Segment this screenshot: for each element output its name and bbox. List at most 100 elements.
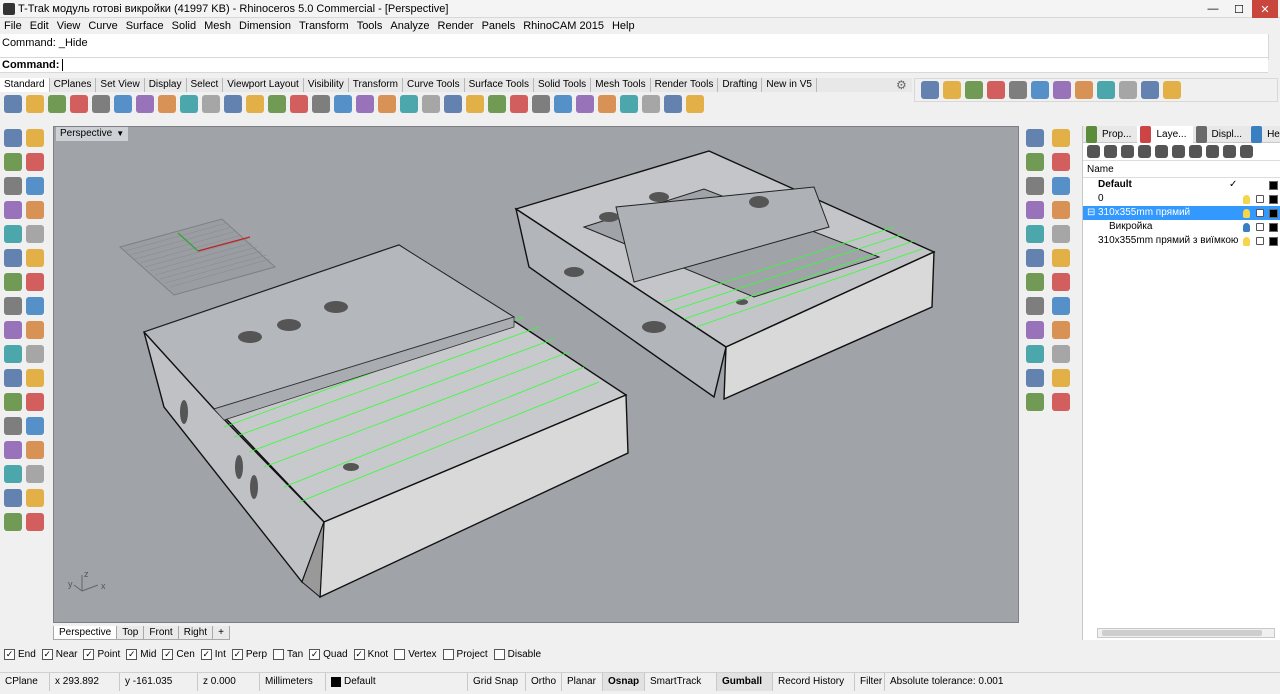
layer-row[interactable]: 310x355mm прямий з виїмкою	[1083, 234, 1280, 248]
toolbar-options-gear-icon[interactable]: ⚙	[896, 78, 907, 92]
menu-file[interactable]: File	[0, 20, 26, 32]
curve-icon[interactable]	[4, 225, 22, 243]
box-icon[interactable]	[1009, 81, 1027, 99]
move-to-parent-icon[interactable]	[1172, 145, 1185, 158]
rhino-app-icon[interactable]	[3, 3, 15, 15]
unroll-icon[interactable]	[1026, 321, 1044, 339]
array-icon[interactable]	[26, 441, 44, 459]
edit-points-icon[interactable]	[965, 81, 983, 99]
properties-icon[interactable]	[1026, 129, 1044, 147]
close-button[interactable]: ✕	[1252, 0, 1278, 18]
command-history-scrollbar[interactable]	[1268, 34, 1280, 60]
planar-toggle[interactable]: Planar	[562, 672, 603, 691]
menu-curve[interactable]: Curve	[84, 20, 121, 32]
toolbar-tab-drafting[interactable]: Drafting	[718, 78, 763, 92]
osnap-checkbox[interactable]	[442, 648, 454, 660]
network-icon[interactable]	[1052, 225, 1070, 243]
viewport-tab-front[interactable]: Front	[143, 626, 179, 640]
gumball-icon[interactable]	[1053, 81, 1071, 99]
camera-icon[interactable]	[1052, 393, 1070, 411]
layer-lock-icon[interactable]	[1256, 237, 1264, 245]
arc-icon[interactable]	[4, 201, 22, 219]
osnap-knot[interactable]: ✓ Knot	[353, 648, 388, 660]
shaded-sphere-icon[interactable]	[554, 95, 572, 113]
polygon-icon[interactable]	[26, 201, 44, 219]
model-box-left[interactable]	[142, 244, 629, 599]
zoom-window-icon[interactable]	[268, 95, 286, 113]
analyze-icon[interactable]	[4, 513, 22, 531]
osnap-checkbox[interactable]: ✓	[4, 648, 15, 660]
toolbar-tab-select[interactable]: Select	[187, 78, 224, 92]
toolbar-tab-standard[interactable]: Standard	[0, 78, 50, 92]
new-icon[interactable]	[4, 95, 22, 113]
menu-transform[interactable]: Transform	[295, 20, 353, 32]
osnap-checkbox[interactable]: ✓	[41, 648, 53, 660]
properties-icon[interactable]	[422, 95, 440, 113]
layer-visibility-bulb-icon[interactable]	[1243, 209, 1250, 218]
layer-row[interactable]: Default ✓	[1083, 178, 1280, 192]
osnap-quad[interactable]: ✓ Quad	[309, 648, 348, 660]
render-sphere-icon[interactable]	[576, 95, 594, 113]
more-icon[interactable]	[1163, 81, 1181, 99]
dimension-icon[interactable]	[4, 417, 22, 435]
scale-icon[interactable]	[1141, 81, 1159, 99]
menu-panels[interactable]: Panels	[478, 20, 520, 32]
flame-icon[interactable]	[1052, 129, 1070, 147]
layer-color-swatch[interactable]	[1269, 181, 1278, 190]
layer-row[interactable]: 0	[1083, 192, 1280, 206]
light-bulb-icon[interactable]	[444, 95, 462, 113]
menu-solid[interactable]: Solid	[168, 20, 200, 32]
pencil-icon[interactable]	[642, 95, 660, 113]
viewport-title[interactable]: Perspective ▼	[56, 127, 129, 141]
rotate-icon[interactable]	[1031, 81, 1049, 99]
osnap-checkbox[interactable]	[273, 648, 285, 660]
points-icon[interactable]	[921, 81, 939, 99]
boolean-icon[interactable]	[4, 321, 22, 339]
cylinder-icon[interactable]	[4, 297, 22, 315]
osnap-checkbox[interactable]: ✓	[126, 648, 138, 660]
control-points-icon[interactable]	[943, 81, 961, 99]
layer-name[interactable]: Default	[1098, 178, 1132, 192]
osnap-checkbox[interactable]	[394, 648, 406, 660]
print-icon[interactable]	[70, 95, 88, 113]
ruler-icon[interactable]	[1026, 345, 1044, 363]
trim-icon[interactable]	[26, 369, 44, 387]
toolbar-tab-transform[interactable]: Transform	[349, 78, 403, 92]
toolbar-tab-solid-tools[interactable]: Solid Tools	[534, 78, 592, 92]
osnap-checkbox[interactable]: ✓	[353, 648, 365, 660]
filter-icon[interactable]	[1189, 145, 1202, 158]
paint-icon[interactable]	[1052, 249, 1070, 267]
menu-mesh[interactable]: Mesh	[200, 20, 235, 32]
layer-name[interactable]: 310x355mm прямий з виїмкою	[1098, 234, 1238, 248]
box-icon[interactable]	[4, 273, 22, 291]
undo-icon[interactable]	[180, 95, 198, 113]
render-color-icon[interactable]	[488, 95, 506, 113]
check-icon[interactable]	[4, 489, 22, 507]
menu-analyze[interactable]: Analyze	[386, 20, 433, 32]
osnap-checkbox[interactable]	[493, 648, 505, 660]
layer-visibility-bulb-icon[interactable]	[1243, 223, 1250, 232]
menu-surface[interactable]: Surface	[122, 20, 168, 32]
osnap-checkbox[interactable]: ✓	[83, 648, 95, 660]
ghost-sphere-icon[interactable]	[598, 95, 616, 113]
osnap-project[interactable]: Project	[442, 648, 488, 660]
render-icon[interactable]	[26, 513, 44, 531]
toolbar-tab-set-view[interactable]: Set View	[96, 78, 145, 92]
osnap-toggle[interactable]: Osnap	[603, 672, 645, 691]
menu-help[interactable]: Help	[608, 20, 639, 32]
menu-dimension[interactable]: Dimension	[235, 20, 295, 32]
color-wheel-icon[interactable]	[510, 95, 528, 113]
select-objects-icon[interactable]	[1206, 145, 1219, 158]
layer-row[interactable]: ⊟ 310x355mm прямий	[1083, 206, 1280, 220]
menu-tools[interactable]: Tools	[353, 20, 387, 32]
cut-icon[interactable]	[114, 95, 132, 113]
osnap-perp[interactable]: ✓ Perp	[231, 648, 267, 660]
scrollbar-thumb[interactable]	[1102, 630, 1262, 636]
layer-visibility-bulb-icon[interactable]	[1243, 237, 1250, 246]
mesh-icon[interactable]	[26, 489, 44, 507]
osnap-disable[interactable]: Disable	[493, 648, 541, 660]
wire-sphere-icon[interactable]	[532, 95, 550, 113]
cube-icon[interactable]	[1052, 177, 1070, 195]
dimension-red-icon[interactable]	[1052, 345, 1070, 363]
layer-color-swatch[interactable]	[1269, 209, 1278, 218]
